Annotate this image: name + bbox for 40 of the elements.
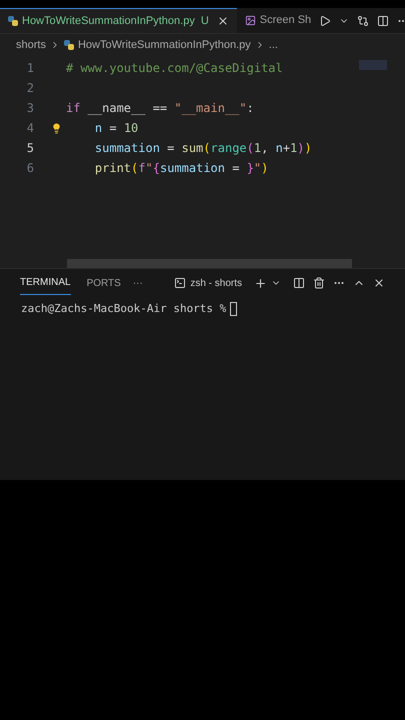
tab-label: Screen Sh — [260, 13, 312, 28]
lightbulb-icon[interactable] — [50, 122, 62, 134]
code-line: n = 10 — [94, 120, 138, 137]
breadcrumb-item[interactable]: HowToWriteSummationInPython.py — [78, 36, 251, 54]
editor-tab[interactable]: Screen Sh — [236, 8, 320, 33]
compare-icon[interactable] — [357, 14, 370, 26]
terminal-prompt: zach@Zachs-MacBook-Air shorts % — [21, 301, 226, 317]
tab-label: HowToWriteSummationInPython.py — [22, 14, 195, 29]
terminal-cursor — [230, 302, 238, 316]
breadcrumb-item[interactable]: ... — [268, 36, 278, 54]
close-icon[interactable] — [216, 15, 229, 27]
python-file-icon — [8, 16, 18, 26]
image-file-icon — [244, 15, 256, 26]
line-number: 5 — [26, 140, 35, 157]
code-line: print(f"{summation = }") — [94, 160, 268, 177]
minimap — [359, 60, 387, 70]
trash-icon[interactable] — [313, 277, 325, 289]
code-line: summation = sum(range(1, n+1)) — [94, 140, 312, 157]
close-icon[interactable] — [373, 277, 385, 289]
split-terminal-icon[interactable] — [293, 277, 305, 289]
python-file-icon — [64, 40, 74, 50]
run-icon[interactable] — [319, 14, 332, 26]
panel-tab[interactable]: PORTS — [86, 272, 121, 294]
line-number: 1 — [26, 60, 35, 77]
line-number: 6 — [26, 160, 35, 177]
split-editor-icon[interactable] — [377, 14, 390, 26]
panel-tab[interactable]: TERMINAL — [20, 271, 71, 295]
code-line: if __name__ == "__main__": — [66, 100, 254, 117]
line-number: 3 — [26, 100, 35, 117]
add-icon[interactable] — [254, 276, 267, 290]
editor-tab[interactable]: HowToWriteSummationInPython.py U — [0, 8, 237, 33]
line-number: 4 — [26, 120, 35, 137]
code-line: # www.youtube.com/@CaseDigital — [66, 60, 283, 77]
breadcrumb-item[interactable]: shorts — [16, 36, 46, 54]
untracked-label: U — [200, 14, 209, 29]
more-menu[interactable]: ··· — [132, 276, 143, 290]
terminal-name[interactable]: zsh - shorts — [190, 276, 242, 290]
horizontal-scrollbar[interactable] — [67, 259, 352, 268]
terminal-icon — [174, 277, 186, 289]
line-number: 2 — [26, 80, 35, 97]
